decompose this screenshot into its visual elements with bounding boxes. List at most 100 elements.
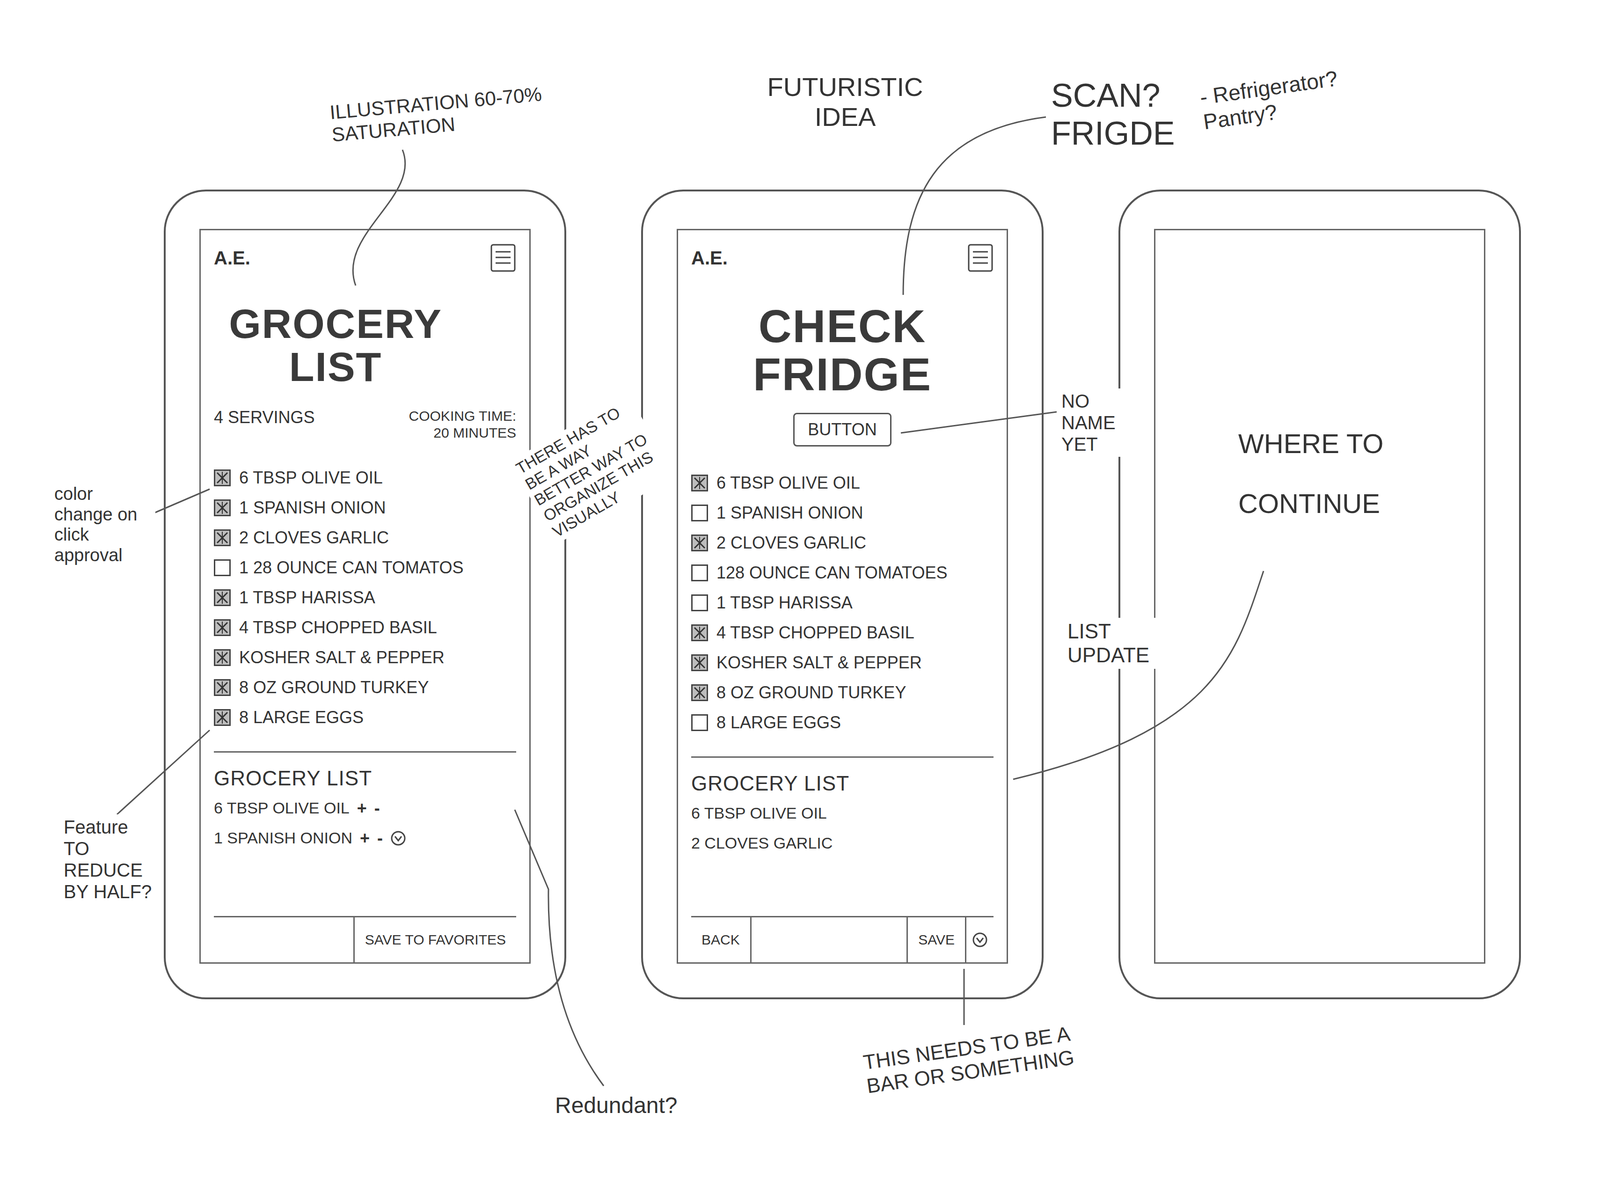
bar-spacer: [751, 917, 907, 963]
ingredient-row[interactable]: 1 TBSP HARISSA: [213, 582, 517, 613]
ingredient-row[interactable]: 128 OUNCE CAN TOMATOES: [691, 557, 994, 588]
save-button[interactable]: SAVE: [906, 917, 967, 963]
servings-label: 4 SERVINGS: [213, 407, 315, 428]
phone-screen: A.E. CHECK FRIDGE BUTTON 6 TBSP OLIVE OIL 1 …: [676, 228, 1009, 964]
app-logo[interactable]: A.E.: [213, 247, 251, 269]
top-bar: A.E.: [213, 236, 517, 279]
back-button[interactable]: BACK: [691, 917, 752, 963]
grocery-item-label: 1 SPANISH ONION: [213, 828, 353, 848]
annotation-note: color change on click approval: [51, 482, 156, 568]
check-mark-icon: [215, 650, 230, 665]
grocery-list-item: 6 TBSP OLIVE OIL +-: [213, 796, 517, 820]
scan-button[interactable]: BUTTON: [793, 412, 892, 447]
annotation-note: - Refrigerator? Pantry?: [1195, 57, 1394, 137]
checkbox[interactable]: [691, 654, 709, 672]
ingredient-row[interactable]: 8 LARGE EGGS: [213, 702, 517, 733]
check-mark-icon: [215, 530, 230, 545]
check-mark-icon: [215, 470, 230, 485]
check-mark-icon: [215, 500, 230, 515]
ingredient-row[interactable]: KOSHER SALT & PEPPER: [691, 647, 994, 678]
checkbox[interactable]: [691, 504, 709, 522]
ingredient-row[interactable]: 2 CLOVES GARLIC: [213, 522, 517, 553]
list-icon[interactable]: [489, 243, 517, 273]
bar-spacer: [213, 917, 354, 963]
checkbox[interactable]: [213, 559, 231, 577]
chevron-down-circle-icon[interactable]: [390, 830, 407, 847]
checkbox[interactable]: [213, 529, 231, 547]
screen-title: CHECK FRIDGE: [725, 302, 960, 399]
check-mark-icon: [215, 590, 230, 605]
quantity-control[interactable]: +: [359, 828, 370, 848]
checkbox[interactable]: [691, 594, 709, 612]
check-mark-icon: [215, 710, 230, 725]
app-logo[interactable]: A.E.: [691, 247, 728, 269]
checkbox[interactable]: [691, 624, 709, 642]
checkbox[interactable]: [213, 708, 231, 726]
ingredient-label: KOSHER SALT & PEPPER: [716, 652, 922, 673]
checkbox[interactable]: [213, 649, 231, 666]
checkbox[interactable]: [213, 619, 231, 636]
ingredient-row[interactable]: 1 SPANISH ONION: [213, 492, 517, 523]
grocery-list-item: 1 SPANISH ONION +-: [213, 826, 517, 850]
quantity-control[interactable]: -: [374, 798, 380, 819]
ingredient-row[interactable]: 4 TBSP CHOPPED BASIL: [213, 612, 517, 643]
checkbox[interactable]: [213, 589, 231, 607]
ingredient-row[interactable]: 2 CLOVES GARLIC: [691, 527, 994, 558]
ingredient-label: 1 28 OUNCE CAN TOMATOS: [239, 557, 464, 578]
ingredient-row[interactable]: 4 TBSP CHOPPED BASIL: [691, 617, 994, 648]
list-icon[interactable]: [967, 243, 994, 273]
ingredient-label: 1 SPANISH ONION: [716, 503, 863, 523]
checkbox[interactable]: [213, 679, 231, 696]
ingredient-row[interactable]: 6 TBSP OLIVE OIL: [691, 467, 994, 498]
check-mark-icon: [692, 625, 707, 640]
annotation-note: ILLUSTRATION 60-70% SATURATION: [325, 78, 578, 149]
checkbox[interactable]: [691, 684, 709, 702]
ingredient-row[interactable]: 8 OZ GROUND TURKEY: [213, 672, 517, 703]
grocery-list-title: GROCERY LIST: [213, 766, 517, 790]
connector-line: [963, 968, 965, 1025]
ingredient-row[interactable]: 6 TBSP OLIVE OIL: [213, 462, 517, 493]
ingredient-row[interactable]: 1 TBSP HARISSA: [691, 587, 994, 618]
ingredient-label: 2 CLOVES GARLIC: [716, 533, 867, 553]
checkbox[interactable]: [691, 534, 709, 552]
quantity-control[interactable]: +: [357, 798, 367, 819]
ingredient-row[interactable]: 8 LARGE EGGS: [691, 707, 994, 738]
ingredient-list: 6 TBSP OLIVE OIL 1 SPANISH ONION 2 CLOVES …: [691, 467, 994, 738]
annotation-note: FUTURISTIC IDEA: [739, 70, 951, 135]
ingredient-label: 1 TBSP HARISSA: [716, 592, 853, 613]
chevron-down-circle-icon[interactable]: [971, 931, 988, 948]
ingredient-row[interactable]: 1 SPANISH ONION: [691, 497, 994, 528]
ingredient-row[interactable]: 8 OZ GROUND TURKEY: [691, 677, 994, 708]
top-bar: A.E.: [691, 236, 994, 279]
grocery-list-title: GROCERY LIST: [691, 771, 994, 796]
phone-mockup: A.E. GROCERY LIST 4 SERVINGS COOKING TIME: …: [163, 189, 567, 1000]
grocery-item-label: 6 TBSP OLIVE OIL: [213, 798, 350, 818]
checkbox[interactable]: [691, 474, 709, 492]
ingredient-row[interactable]: 1 28 OUNCE CAN TOMATOS: [213, 552, 517, 583]
connector-line: [1013, 570, 1264, 780]
annotation-note: SCAN? FRIGDE: [1048, 74, 1195, 154]
cooking-time-label: COOKING TIME: 20 MINUTES: [394, 407, 517, 442]
annotation-note: LIST UPDATE: [1064, 617, 1178, 669]
grocery-list-item: 6 TBSP OLIVE OIL: [691, 801, 994, 826]
grocery-list-item: 2 CLOVES GARLIC: [691, 831, 994, 855]
annotation-note: THIS NEEDS TO BE A BAR OR SOMETHING: [858, 1015, 1113, 1101]
ingredient-label: 8 LARGE EGGS: [716, 712, 841, 733]
action-row: BUTTON: [691, 412, 994, 447]
connector-line: [514, 809, 604, 1086]
connector-line: [900, 411, 1057, 433]
save-favorites-button[interactable]: SAVE TO FAVORITES: [353, 917, 517, 963]
ingredient-label: 8 OZ GROUND TURKEY: [716, 682, 906, 703]
quantity-control[interactable]: -: [377, 828, 383, 848]
phone-mockup: A.E. CHECK FRIDGE BUTTON 6 TBSP OLIVE OIL 1 …: [641, 189, 1044, 1000]
annotation-note: NO NAME YET: [1058, 388, 1135, 457]
connector-line: [903, 116, 1046, 295]
grocery-list-section: GROCERY LIST6 TBSP OLIVE OIL+-1 SPANISH …: [213, 751, 517, 850]
checkbox[interactable]: [213, 469, 231, 487]
checkbox[interactable]: [213, 499, 231, 517]
ingredient-label: KOSHER SALT & PEPPER: [239, 647, 445, 668]
ingredient-label: 6 TBSP OLIVE OIL: [239, 467, 383, 488]
checkbox[interactable]: [691, 564, 709, 582]
ingredient-row[interactable]: KOSHER SALT & PEPPER: [213, 642, 517, 673]
checkbox[interactable]: [691, 714, 709, 731]
